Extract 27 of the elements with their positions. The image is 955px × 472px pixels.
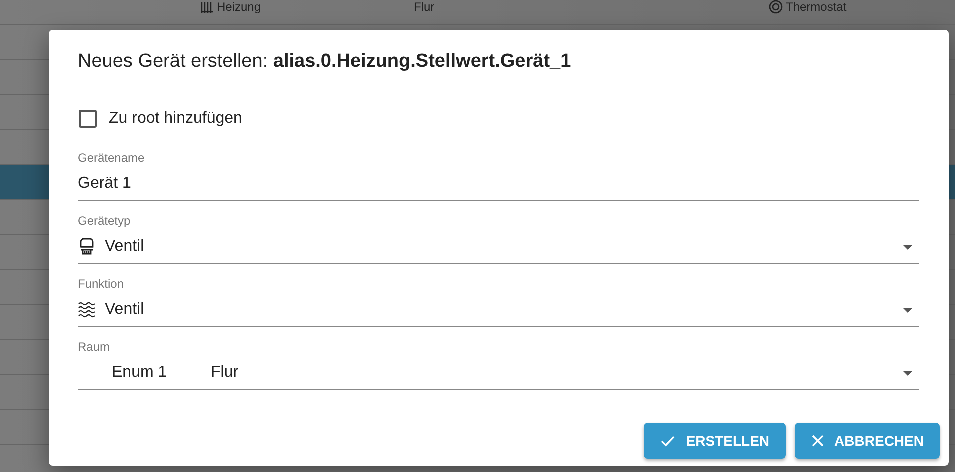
- field-prefix: Enum 1: [112, 364, 168, 382]
- thermostat-icon: [769, 0, 783, 14]
- field-value: Ventil: [105, 238, 144, 256]
- close-icon: [810, 434, 825, 448]
- checkbox[interactable]: [79, 110, 97, 128]
- dropdown-caret-icon: [903, 308, 913, 312]
- field-label: Funktion: [78, 277, 126, 291]
- select-field[interactable]: Raum Enum 1 Flur: [78, 340, 919, 390]
- waves-icon: [78, 301, 96, 319]
- valve-icon: [78, 238, 96, 256]
- field-value: Ventil: [105, 301, 144, 319]
- field-value: Gerät 1: [78, 175, 132, 193]
- table-cell: Heizung: [217, 0, 262, 14]
- field-label: Gerätetyp: [78, 214, 132, 228]
- select-field[interactable]: Gerätetyp Ventil: [78, 214, 919, 264]
- select-field[interactable]: Funktion Ventil: [78, 277, 919, 327]
- table-cell-text: Flur: [414, 0, 436, 14]
- radiator-icon: [200, 0, 214, 14]
- field-label: Gerätename: [78, 151, 146, 165]
- checkbox-label: Zu root hinzufügen: [109, 110, 242, 128]
- table-cell: Thermostat: [786, 0, 847, 14]
- dialog-title: Neues Gerät erstellen: alias.0.Heizung.Stellwert.Gerät_1: [78, 50, 572, 74]
- dropdown-caret-icon: [903, 370, 913, 376]
- dropdown-caret-icon: [903, 244, 913, 250]
- input-field[interactable]: Gerätename Gerät 1: [78, 151, 919, 201]
- field-label: Raum: [78, 340, 112, 354]
- field-value: Flur: [211, 364, 239, 382]
